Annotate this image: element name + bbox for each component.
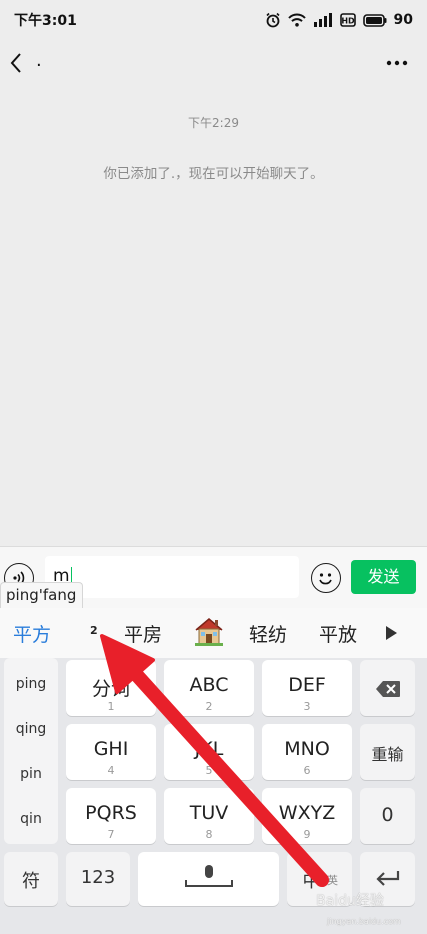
wechat-chat-screen: 下午3:01 HD 90 . 下午2:29 你已添加了.，现在可以开始聊天了。 … [0, 0, 427, 934]
more-dots-icon [386, 60, 408, 66]
send-button[interactable]: 发送 [351, 560, 416, 594]
key-number: 5 [205, 764, 213, 777]
expand-candidates-icon[interactable] [384, 625, 398, 641]
svg-text:HD: HD [341, 17, 355, 26]
key-5[interactable]: JKL 5 [164, 724, 254, 780]
key-label: MNO [284, 738, 330, 760]
system-message: 你已添加了.，现在可以开始聊天了。 [103, 166, 324, 182]
more-button[interactable] [385, 48, 409, 78]
symbol-label: 符 [22, 871, 40, 892]
candidate-item[interactable]: 平房 [124, 620, 162, 647]
battery-icon [362, 13, 387, 27]
backspace-icon [376, 681, 400, 697]
language-sub-label: 英 [327, 874, 338, 887]
key-7[interactable]: PQRS 7 [66, 788, 156, 844]
wifi-icon [287, 13, 306, 27]
key-number: 4 [107, 764, 115, 777]
watermark: Baidu经验 [316, 893, 384, 909]
key-number: 7 [107, 828, 115, 841]
key-label: ABC [189, 674, 229, 696]
message-input[interactable]: m [45, 556, 299, 598]
key-label: GHI [93, 738, 129, 760]
key-3[interactable]: DEF 3 [262, 660, 352, 716]
chat-area[interactable]: 下午2:29 你已添加了.，现在可以开始聊天了。 [0, 86, 427, 546]
signal-icon [313, 13, 332, 27]
pinyin-option[interactable]: qin [4, 811, 58, 827]
key-number: 1 [107, 700, 115, 713]
key-6[interactable]: MNO 6 [262, 724, 352, 780]
zero-key[interactable]: 0 [360, 788, 415, 844]
candidate-item[interactable]: 轻纺 [249, 620, 287, 647]
key-number: 3 [303, 700, 311, 713]
smiley-icon [319, 573, 332, 585]
key-9[interactable]: WXYZ 9 [262, 788, 352, 844]
key-8[interactable]: TUV 8 [164, 788, 254, 844]
key-label: WXYZ [278, 802, 336, 824]
status-bar: 下午3:01 HD 90 [0, 0, 427, 40]
back-button[interactable] [4, 48, 28, 78]
chevron-left-icon [10, 53, 21, 73]
chat-title: . [36, 50, 42, 71]
pinyin-options-list: ping qing pin qin [4, 658, 58, 844]
symbol-key[interactable]: 符 [4, 852, 58, 906]
status-time: 下午3:01 [14, 13, 77, 29]
house-emoji-candidate[interactable] [193, 616, 225, 651]
nav-bar: . [0, 40, 427, 86]
pinyin-option[interactable]: ping [4, 676, 58, 692]
enter-icon [376, 871, 400, 886]
space-key[interactable] [138, 852, 279, 906]
message-timestamp: 下午2:29 [188, 116, 239, 130]
watermark-url: jingyan.baidu.com [327, 917, 401, 926]
house-icon [195, 618, 223, 646]
key-2[interactable]: ABC 2 [164, 660, 254, 716]
key-label: JKL [194, 738, 224, 760]
key-number: 8 [205, 828, 213, 841]
composing-pinyin: ping'fang [0, 582, 84, 608]
backspace-key[interactable] [360, 660, 415, 716]
number-key[interactable]: 123 [66, 852, 130, 906]
alarm-icon [265, 12, 280, 28]
pinyin-option[interactable]: pin [4, 766, 58, 782]
hd-signal-icon: HD [339, 13, 356, 27]
status-icons: HD 90 [265, 12, 413, 28]
emoji-button[interactable] [311, 563, 341, 593]
candidate-bar: ping'fang 平方 2 平房 轻纺 平放 [0, 582, 427, 658]
key-label: PQRS [85, 802, 137, 824]
candidate-item[interactable]: 平方 [13, 620, 51, 647]
battery-level: 90 [393, 12, 413, 28]
reenter-key[interactable]: 重输 [360, 724, 415, 780]
candidate-index-hint: 2 [90, 624, 98, 637]
microphone-icon [185, 865, 233, 887]
key-number: 2 [205, 700, 213, 713]
key-label: TUV [189, 802, 229, 824]
candidate-item[interactable]: 平放 [319, 620, 359, 647]
number-label: 123 [80, 867, 116, 888]
pinyin-option[interactable]: qing [4, 721, 58, 737]
key-4[interactable]: GHI 4 [66, 724, 156, 780]
key-number: 6 [303, 764, 311, 777]
key-label: DEF [288, 674, 326, 696]
reenter-label: 重输 [371, 745, 404, 764]
key-number: 9 [303, 828, 311, 841]
zero-label: 0 [381, 804, 394, 826]
key-1[interactable]: 分词 1 [66, 660, 156, 716]
key-label: 分词 [91, 678, 130, 700]
